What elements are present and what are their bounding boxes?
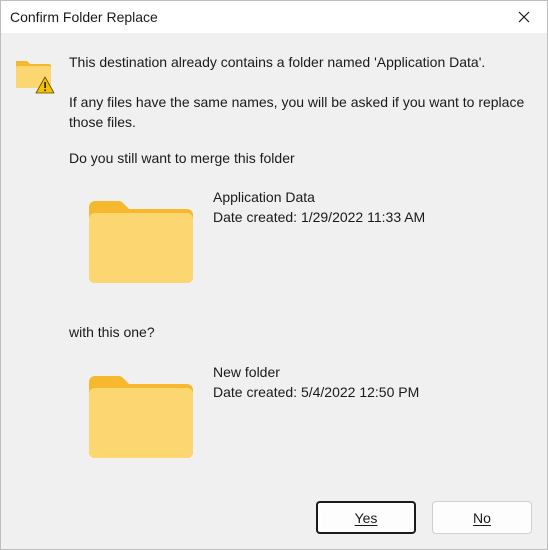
no-button-label: No: [473, 509, 491, 526]
new-folder-name: New folder: [213, 364, 280, 380]
yes-button-label: Yes: [354, 509, 378, 526]
folder-icon: [89, 201, 193, 283]
message-line-1: This destination already contains a fold…: [69, 54, 486, 70]
title-bar: Confirm Folder Replace: [1, 1, 547, 33]
yes-button[interactable]: Yes: [316, 501, 416, 534]
existing-folder-info: Application Data Date created: 1/29/2022…: [213, 187, 425, 227]
message-line-2: If any files have the same names, you wi…: [69, 94, 525, 130]
existing-folder-date: Date created: 1/29/2022 11:33 AM: [213, 209, 426, 225]
dialog-title: Confirm Folder Replace: [10, 9, 158, 25]
existing-folder-name: Application Data: [213, 189, 315, 205]
confirm-folder-replace-dialog: Confirm Folder Replace This destination …: [0, 0, 548, 550]
folder-warning-icon: [16, 61, 55, 94]
folder-icon: [89, 376, 193, 458]
message-line-4: with this one?: [69, 324, 155, 340]
new-folder-info: New folder Date created: 5/4/2022 12:50 …: [213, 362, 419, 402]
new-folder-date: Date created: 5/4/2022 12:50 PM: [213, 384, 420, 400]
close-button[interactable]: [501, 1, 547, 33]
no-button[interactable]: No: [432, 501, 532, 534]
close-icon: [518, 11, 530, 23]
message-line-3: Do you still want to merge this folder: [69, 150, 295, 166]
